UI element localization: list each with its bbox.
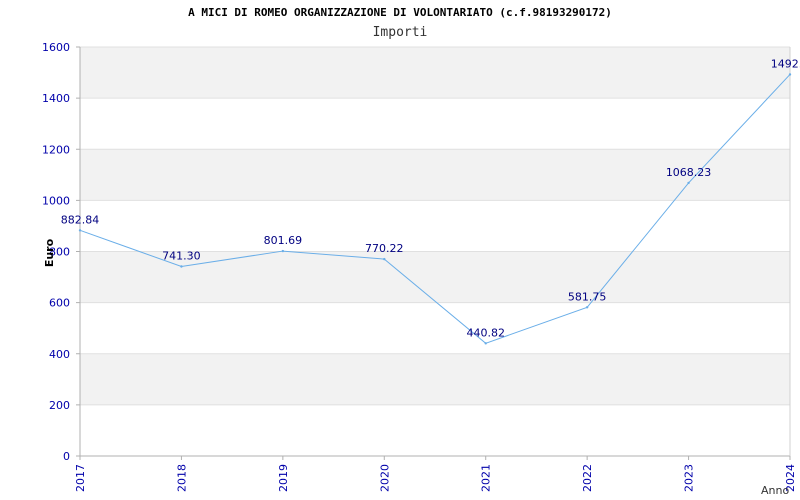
x-tick-label: 2017 <box>74 464 87 492</box>
grid-band <box>80 353 790 405</box>
data-point <box>687 181 690 185</box>
y-tick-label: 1400 <box>42 92 70 105</box>
data-label: 1492.6 <box>771 57 800 70</box>
data-point <box>383 257 386 261</box>
data-label: 801.69 <box>264 234 303 247</box>
data-label: 581.75 <box>568 290 607 303</box>
data-label: 1068.23 <box>666 166 712 179</box>
data-label: 741.30 <box>162 250 201 263</box>
y-tick-label: 200 <box>49 399 70 412</box>
chart: A MICI DI ROMEO ORGANIZZAZIONE DI VOLONT… <box>0 0 800 500</box>
y-tick-label: 400 <box>49 348 70 361</box>
data-point <box>180 265 183 268</box>
x-tick-label: 2018 <box>175 464 188 492</box>
data-label: 440.82 <box>466 326 505 339</box>
data-point <box>484 342 487 345</box>
x-tick-label: 2023 <box>683 464 696 492</box>
data-point <box>281 249 285 253</box>
plot-area: 020040060080010001200140016002017 2018 201… <box>42 41 800 497</box>
grid-band <box>80 47 790 99</box>
data-label: 770.22 <box>365 242 404 255</box>
y-axis-title: Euro <box>43 238 56 267</box>
y-tick-label: 1200 <box>42 143 70 156</box>
data-point <box>788 73 792 76</box>
data-point <box>78 229 82 232</box>
x-tick-label: 2022 <box>581 464 594 492</box>
y-tick-label: 1600 <box>42 41 70 54</box>
x-axis-title: Anno <box>761 484 789 497</box>
y-tick-label: 1000 <box>42 194 70 207</box>
y-tick-label: 600 <box>49 297 70 310</box>
x-tick-label: 2020 <box>378 464 391 492</box>
x-tick-label: 2021 <box>480 464 493 492</box>
data-label: 882.84 <box>61 213 100 226</box>
y-tick-label: 0 <box>63 450 70 463</box>
x-tick-label: 2019 <box>277 464 290 492</box>
data-point <box>585 306 589 309</box>
